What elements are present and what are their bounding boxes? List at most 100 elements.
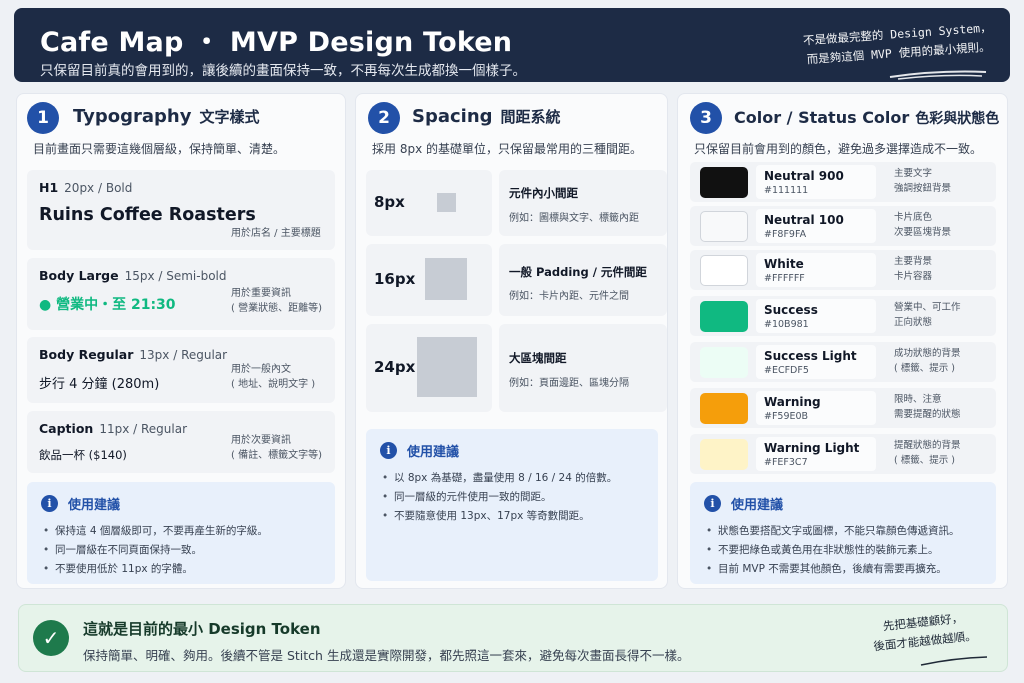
tips-box: i 使用建議 保持這 4 個層級即可，不要再產生新的字級。 同一層級在不同頁面保…: [27, 482, 335, 584]
color-usage: 營業中、可工作 正向狀態: [894, 302, 961, 328]
spacing-name: 元件內小間距: [509, 186, 578, 200]
page-subtitle: 只保留目前真的會用到的，讓後續的畫面保持一致，不再每次生成都換一個樣子。: [40, 63, 526, 79]
section-title: Spacing 間距系統: [412, 106, 561, 127]
color-row: Warning #F59E0B 限時、注意 需要提醒的狀態: [690, 388, 996, 428]
color-name: Neutral 900: [764, 169, 844, 183]
type-label: Body Regular 13px / Regular: [39, 347, 228, 362]
tips-box: i 使用建議 狀態色要搭配文字或圖標，不能只靠顏色傳遞資訊。 不要把綠色或黃色用…: [690, 482, 996, 584]
spacing-example: 例如：卡片內距、元件之間: [509, 291, 629, 302]
section-title-en: Color / Status Color: [734, 108, 910, 127]
list-item: 不要把綠色或黃色用在非狀態性的裝飾元素上。: [706, 541, 960, 560]
color-usage: 成功狀態的背景( 標籤、提示 ): [894, 348, 961, 374]
spacing-value: 24px: [374, 358, 416, 376]
section-description: 只保留目前會用到的顏色，避免過多選擇造成不一致。: [694, 142, 983, 156]
color-swatch: [700, 255, 748, 286]
color-hex: #FFFFFF: [764, 273, 805, 284]
color-name: Warning Light: [764, 441, 860, 455]
color-row: Neutral 900 #111111 主要文字 強調按鈕背景: [690, 162, 996, 202]
type-label: Caption 11px / Regular: [39, 421, 187, 436]
list-item: 保持這 4 個層級即可，不要再產生新的字級。: [43, 522, 268, 541]
section-number: 3: [690, 102, 722, 134]
type-card-h1: H1 20px / Bold Ruins Coffee Roasters 用於店名…: [27, 170, 335, 250]
section-title-zh: 文字樣式: [199, 108, 260, 126]
section-title-en: Spacing: [412, 106, 493, 127]
type-label: Body Large 15px / Semi-bold: [39, 268, 227, 283]
section-title-en: Typography: [73, 106, 192, 127]
spacing-row-8: 8px 元件內小間距 例如：圖標與文字、標籤內距: [366, 170, 667, 236]
type-sample: 飲品一杯 ($140): [39, 448, 127, 462]
section-title-zh: 間距系統: [500, 108, 561, 126]
type-note: 用於次要資訊( 備註、標籤文字等): [231, 435, 322, 461]
tips-title: 使用建議: [407, 445, 460, 460]
section-title: Typography 文字樣式: [73, 106, 259, 127]
color-usage: 主要背景 卡片容器: [894, 256, 933, 282]
type-card-body-regular: Body Regular 13px / Regular 步行 4 分鐘 (280m…: [27, 337, 335, 403]
color-name: Success Light: [764, 349, 857, 363]
tips-title: 使用建議: [68, 498, 121, 513]
spacing-panel: 2 Spacing 間距系統 採用 8px 的基礎單位，只保留最常用的三種間距。 …: [355, 93, 668, 589]
color-swatch: [700, 301, 748, 332]
list-item: 狀態色要搭配文字或圖標，不能只靠顏色傳遞資訊。: [706, 522, 959, 541]
list-item: 以 8px 為基礎，盡量使用 8 / 16 / 24 的倍數。: [382, 469, 617, 488]
color-swatch: [700, 167, 748, 198]
color-name: Success: [764, 303, 818, 317]
handwritten-note: 先把基礎顧好， 後面才能越做越順。: [847, 605, 1000, 658]
color-row: Neutral 100 #F8F9FA 卡片底色 次要區塊背景: [690, 206, 996, 246]
section-title: Color / Status Color 色彩與狀態色: [734, 108, 999, 128]
info-icon: i: [41, 495, 58, 512]
section-title-zh: 色彩與狀態色: [915, 111, 1000, 127]
color-row: White #FFFFFF 主要背景 卡片容器: [690, 250, 996, 290]
type-note: 用於店名 / 主要標題: [231, 228, 321, 239]
spacing-sample-box: [417, 337, 477, 397]
color-hex: #FEF3C7: [764, 457, 808, 468]
status-open-sample: ● 營業中・至 21:30: [39, 297, 176, 313]
underline-decoration: [889, 70, 987, 80]
section-description: 目前畫面只需要這幾個層級，保持簡單、清楚。: [33, 142, 286, 156]
color-usage: 提醒狀態的背景( 標籤、提示 ): [894, 440, 961, 466]
color-swatch: [700, 439, 748, 470]
color-swatch: [700, 347, 748, 378]
header-banner: Cafe Map ・ MVP Design Token 只保留目前真的會用到的，…: [14, 8, 1010, 82]
spacing-row-24: 24px 大區塊間距 例如：頁面邊距、區塊分隔: [366, 324, 667, 412]
color-swatch: [700, 211, 748, 242]
color-name: White: [764, 257, 804, 271]
color-name: Warning: [764, 395, 821, 409]
color-usage: 主要文字 強調按鈕背景: [894, 168, 952, 194]
list-item: 不要使用低於 11px 的字體。: [43, 560, 268, 579]
type-card-caption: Caption 11px / Regular 飲品一杯 ($140) 用於次要資訊…: [27, 411, 335, 473]
spacing-sample-box: [425, 258, 467, 300]
tips-title: 使用建議: [731, 498, 784, 513]
color-row: Success Light #ECFDF5 成功狀態的背景( 標籤、提示 ): [690, 342, 996, 382]
color-hex: #F8F9FA: [764, 229, 807, 240]
spacing-example: 例如：圖標與文字、標籤內距: [509, 213, 639, 224]
type-sample: 步行 4 分鐘 (280m): [39, 377, 160, 392]
color-row: Warning Light #FEF3C7 提醒狀態的背景( 標籤、提示 ): [690, 434, 996, 474]
color-row: Success #10B981 營業中、可工作 正向狀態: [690, 296, 996, 336]
handwritten-note: 不是做最完整的 Design System， 而是夠這個 MVP 使用的最小規則…: [785, 17, 1011, 71]
section-number: 2: [368, 102, 400, 134]
underline-decoration: [920, 656, 988, 666]
page-title: Cafe Map ・ MVP Design Token: [40, 27, 513, 58]
list-item: 不要隨意使用 13px、17px 等奇數間距。: [382, 507, 617, 526]
color-hex: #ECFDF5: [764, 365, 809, 376]
list-item: 目前 MVP 不需要其他顏色，後續有需要再擴充。: [706, 560, 960, 579]
footer-title: 這就是目前的最小 Design Token: [83, 620, 321, 638]
list-item: 同一層級在不同頁面保持一致。: [43, 541, 268, 560]
color-usage: 限時、注意 需要提醒的狀態: [894, 394, 961, 420]
spacing-value: 16px: [374, 270, 416, 288]
color-hex: #111111: [764, 185, 809, 196]
color-hex: #F59E0B: [764, 411, 809, 422]
check-icon: ✓: [33, 620, 69, 656]
spacing-name: 大區塊間距: [509, 351, 567, 365]
spacing-sample-box: [437, 193, 456, 212]
spacing-row-16: 16px 一般 Padding / 元件間距 例如：卡片內距、元件之間: [366, 244, 667, 316]
tips-list: 狀態色要搭配文字或圖標，不能只靠顏色傳遞資訊。 不要把綠色或黃色用在非狀態性的裝…: [706, 522, 960, 579]
tips-box: i 使用建議 以 8px 為基礎，盡量使用 8 / 16 / 24 的倍數。 同…: [366, 429, 658, 581]
color-name: Neutral 100: [764, 213, 844, 227]
section-description: 採用 8px 的基礎單位，只保留最常用的三種間距。: [372, 142, 642, 156]
summary-footer: ✓ 這就是目前的最小 Design Token 保持簡單、明確、夠用。後續不管是…: [18, 604, 1008, 672]
color-swatch: [700, 393, 748, 424]
tips-list: 保持這 4 個層級即可，不要再產生新的字級。 同一層級在不同頁面保持一致。 不要…: [43, 522, 268, 579]
info-icon: i: [704, 495, 721, 512]
color-panel: 3 Color / Status Color 色彩與狀態色 只保留目前會用到的顏色…: [677, 93, 1008, 589]
